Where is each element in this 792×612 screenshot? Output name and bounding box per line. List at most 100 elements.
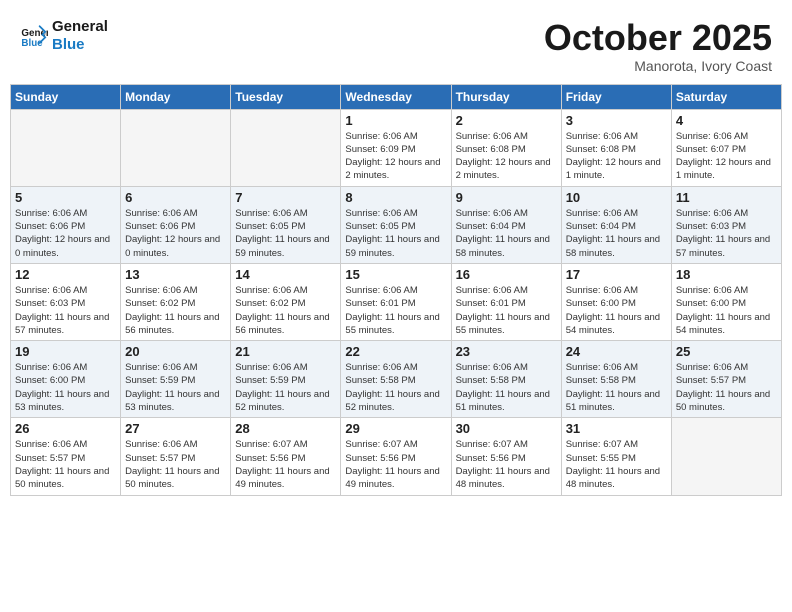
- weekday-header-thursday: Thursday: [451, 84, 561, 109]
- header: General Blue General Blue October 2025 M…: [10, 10, 782, 78]
- day-info: Sunrise: 6:06 AM Sunset: 5:58 PM Dayligh…: [345, 361, 446, 414]
- day-info: Sunrise: 6:07 AM Sunset: 5:55 PM Dayligh…: [566, 438, 667, 491]
- calendar-week-row: 12Sunrise: 6:06 AM Sunset: 6:03 PM Dayli…: [11, 263, 782, 340]
- calendar-cell: 13 Sunrise: 6:06 AM Sunset: 6:02 PM Dayli…: [121, 263, 231, 340]
- calendar-cell: 8 Sunrise: 6:06 AM Sunset: 6:05 PM Daylig…: [341, 186, 451, 263]
- day-number: 18: [676, 267, 777, 282]
- day-number: 21: [235, 344, 336, 359]
- calendar-cell: 1Sunrise: 6:06 AM Sunset: 6:09 PM Daylig…: [341, 109, 451, 186]
- weekday-header-saturday: Saturday: [671, 84, 781, 109]
- calendar-cell: [671, 418, 781, 495]
- calendar-cell: 14Sunrise: 6:06 AM Sunset: 6:02 PM Dayli…: [231, 263, 341, 340]
- calendar-cell: [11, 109, 121, 186]
- day-info: Sunrise: 6:06 AM Sunset: 6:00 PM Dayligh…: [566, 284, 667, 337]
- day-info: Sunrise: 6:06 AM Sunset: 6:08 PM Dayligh…: [566, 130, 667, 183]
- day-info: Sunrise: 6:06 AM Sunset: 6:06 PM Dayligh…: [15, 207, 116, 260]
- calendar-cell: 16Sunrise: 6:06 AM Sunset: 6:01 PM Dayli…: [451, 263, 561, 340]
- day-info: Sunrise: 6:07 AM Sunset: 5:56 PM Dayligh…: [235, 438, 336, 491]
- calendar-cell: 15Sunrise: 6:06 AM Sunset: 6:01 PM Dayli…: [341, 263, 451, 340]
- day-number: 10: [566, 190, 667, 205]
- day-info: Sunrise: 6:07 AM Sunset: 5:56 PM Dayligh…: [456, 438, 557, 491]
- day-number: 29: [345, 421, 446, 436]
- day-info: Sunrise: 6:06 AM Sunset: 6:07 PM Dayligh…: [676, 130, 777, 183]
- month-title: October 2025: [544, 18, 772, 58]
- calendar-cell: 6 Sunrise: 6:06 AM Sunset: 6:06 PM Daylig…: [121, 186, 231, 263]
- day-info: Sunrise: 6:06 AM Sunset: 5:57 PM Dayligh…: [15, 438, 116, 491]
- logo-icon: General Blue: [20, 22, 48, 50]
- weekday-header-tuesday: Tuesday: [231, 84, 341, 109]
- weekday-header-sunday: Sunday: [11, 84, 121, 109]
- calendar-cell: 4 Sunrise: 6:06 AM Sunset: 6:07 PM Daylig…: [671, 109, 781, 186]
- logo-text-blue: Blue: [52, 36, 108, 54]
- day-info: Sunrise: 6:06 AM Sunset: 6:01 PM Dayligh…: [345, 284, 446, 337]
- title-area: October 2025 Manorota, Ivory Coast: [544, 18, 772, 74]
- calendar-cell: 23Sunrise: 6:06 AM Sunset: 5:58 PM Dayli…: [451, 341, 561, 418]
- day-number: 8: [345, 190, 446, 205]
- location-subtitle: Manorota, Ivory Coast: [544, 58, 772, 74]
- day-number: 14: [235, 267, 336, 282]
- day-number: 7: [235, 190, 336, 205]
- day-number: 4: [676, 113, 777, 128]
- weekday-header-wednesday: Wednesday: [341, 84, 451, 109]
- calendar-cell: 12Sunrise: 6:06 AM Sunset: 6:03 PM Dayli…: [11, 263, 121, 340]
- calendar-cell: 29 Sunrise: 6:07 AM Sunset: 5:56 PM Dayli…: [341, 418, 451, 495]
- calendar-cell: 31Sunrise: 6:07 AM Sunset: 5:55 PM Dayli…: [561, 418, 671, 495]
- day-info: Sunrise: 6:06 AM Sunset: 6:04 PM Dayligh…: [566, 207, 667, 260]
- day-number: 30: [456, 421, 557, 436]
- day-number: 5: [15, 190, 116, 205]
- calendar-cell: 5 Sunrise: 6:06 AM Sunset: 6:06 PM Daylig…: [11, 186, 121, 263]
- day-info: Sunrise: 6:06 AM Sunset: 5:59 PM Dayligh…: [125, 361, 226, 414]
- day-number: 13: [125, 267, 226, 282]
- calendar-cell: [231, 109, 341, 186]
- day-number: 19: [15, 344, 116, 359]
- day-info: Sunrise: 6:06 AM Sunset: 5:59 PM Dayligh…: [235, 361, 336, 414]
- day-info: Sunrise: 6:06 AM Sunset: 6:02 PM Dayligh…: [125, 284, 226, 337]
- day-info: Sunrise: 6:06 AM Sunset: 6:08 PM Dayligh…: [456, 130, 557, 183]
- day-number: 9: [456, 190, 557, 205]
- day-info: Sunrise: 6:06 AM Sunset: 6:09 PM Dayligh…: [345, 130, 446, 183]
- calendar-cell: 10 Sunrise: 6:06 AM Sunset: 6:04 PM Dayli…: [561, 186, 671, 263]
- calendar-table: SundayMondayTuesdayWednesdayThursdayFrid…: [10, 84, 782, 496]
- day-number: 6: [125, 190, 226, 205]
- day-info: Sunrise: 6:06 AM Sunset: 6:06 PM Dayligh…: [125, 207, 226, 260]
- logo-text-general: General: [52, 18, 108, 36]
- calendar-cell: 26Sunrise: 6:06 AM Sunset: 5:57 PM Dayli…: [11, 418, 121, 495]
- day-info: Sunrise: 6:06 AM Sunset: 5:57 PM Dayligh…: [676, 361, 777, 414]
- calendar-cell: 30 Sunrise: 6:07 AM Sunset: 5:56 PM Dayli…: [451, 418, 561, 495]
- day-info: Sunrise: 6:06 AM Sunset: 6:04 PM Dayligh…: [456, 207, 557, 260]
- calendar-cell: 3Sunrise: 6:06 AM Sunset: 6:08 PM Daylig…: [561, 109, 671, 186]
- calendar-cell: 25 Sunrise: 6:06 AM Sunset: 5:57 PM Dayli…: [671, 341, 781, 418]
- calendar-cell: 27 Sunrise: 6:06 AM Sunset: 5:57 PM Dayli…: [121, 418, 231, 495]
- day-number: 28: [235, 421, 336, 436]
- calendar-week-row: 19 Sunrise: 6:06 AM Sunset: 6:00 PM Dayli…: [11, 341, 782, 418]
- calendar-cell: 9 Sunrise: 6:06 AM Sunset: 6:04 PM Daylig…: [451, 186, 561, 263]
- day-info: Sunrise: 6:06 AM Sunset: 5:57 PM Dayligh…: [125, 438, 226, 491]
- day-number: 2: [456, 113, 557, 128]
- calendar-cell: 22 Sunrise: 6:06 AM Sunset: 5:58 PM Dayli…: [341, 341, 451, 418]
- day-number: 12: [15, 267, 116, 282]
- logo: General Blue General Blue: [20, 18, 108, 54]
- day-number: 27: [125, 421, 226, 436]
- weekday-header-monday: Monday: [121, 84, 231, 109]
- calendar-cell: 21 Sunrise: 6:06 AM Sunset: 5:59 PM Dayli…: [231, 341, 341, 418]
- day-info: Sunrise: 6:07 AM Sunset: 5:56 PM Dayligh…: [345, 438, 446, 491]
- day-number: 11: [676, 190, 777, 205]
- day-info: Sunrise: 6:06 AM Sunset: 6:05 PM Dayligh…: [235, 207, 336, 260]
- day-number: 25: [676, 344, 777, 359]
- day-number: 24: [566, 344, 667, 359]
- calendar-cell: [121, 109, 231, 186]
- calendar-week-row: 1Sunrise: 6:06 AM Sunset: 6:09 PM Daylig…: [11, 109, 782, 186]
- calendar-cell: 2 Sunrise: 6:06 AM Sunset: 6:08 PM Daylig…: [451, 109, 561, 186]
- day-number: 16: [456, 267, 557, 282]
- weekday-header-friday: Friday: [561, 84, 671, 109]
- calendar-week-row: 26Sunrise: 6:06 AM Sunset: 5:57 PM Dayli…: [11, 418, 782, 495]
- day-number: 20: [125, 344, 226, 359]
- day-info: Sunrise: 6:06 AM Sunset: 6:03 PM Dayligh…: [676, 207, 777, 260]
- calendar-week-row: 5 Sunrise: 6:06 AM Sunset: 6:06 PM Daylig…: [11, 186, 782, 263]
- calendar-cell: 19 Sunrise: 6:06 AM Sunset: 6:00 PM Dayli…: [11, 341, 121, 418]
- day-info: Sunrise: 6:06 AM Sunset: 6:00 PM Dayligh…: [15, 361, 116, 414]
- day-info: Sunrise: 6:06 AM Sunset: 6:05 PM Dayligh…: [345, 207, 446, 260]
- day-info: Sunrise: 6:06 AM Sunset: 5:58 PM Dayligh…: [456, 361, 557, 414]
- day-number: 22: [345, 344, 446, 359]
- day-info: Sunrise: 6:06 AM Sunset: 5:58 PM Dayligh…: [566, 361, 667, 414]
